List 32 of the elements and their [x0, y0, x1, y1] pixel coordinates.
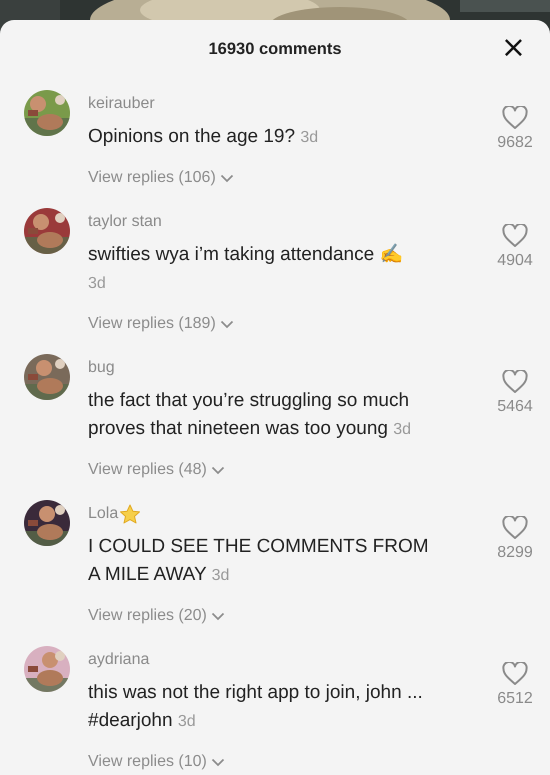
like-count: 8299	[497, 544, 533, 562]
heart-icon[interactable]	[502, 106, 528, 130]
chevron-icon	[210, 612, 225, 620]
view-replies-button[interactable]: View replies (10)	[88, 750, 225, 774]
username[interactable]: Lola	[88, 504, 118, 524]
like-count: 6512	[497, 690, 533, 708]
comment-text: this was not the right app to join, john ... #dearjohn 3d	[88, 681, 423, 733]
view-replies-button[interactable]: View replies (189)	[88, 312, 234, 336]
view-replies-button[interactable]: View replies (106)	[88, 166, 234, 190]
username[interactable]: aydriana	[88, 650, 150, 670]
chevron-icon	[220, 320, 234, 328]
comment-text: Opinions on the age 19? 3d	[88, 125, 318, 149]
heart-icon[interactable]	[502, 516, 528, 540]
chevron-icon	[210, 466, 225, 474]
comment-text: swifties wya i’m taking attendance ✍ 3d	[88, 242, 404, 294]
like-count: 4904	[497, 252, 533, 270]
chevron-icon	[220, 174, 234, 182]
view-replies-button[interactable]: View replies (48)	[88, 458, 225, 482]
comment-text: I COULD SEE THE COMMENTS FROM A MILE AWAY 3d	[88, 535, 429, 587]
heart-icon[interactable]	[502, 224, 528, 248]
like-count: 5464	[497, 398, 533, 416]
close-button[interactable]: ×	[500, 33, 526, 63]
comments-title: 16930 comments	[208, 40, 342, 58]
comment-text: the fact that you’re struggling so much proves that nineteen was too young 3d	[88, 389, 412, 441]
heart-icon[interactable]	[502, 662, 528, 686]
username[interactable]: taylor stan	[88, 212, 162, 232]
heart-icon[interactable]	[502, 370, 528, 394]
username[interactable]: keirauber	[88, 94, 155, 114]
chevron-icon	[210, 758, 225, 766]
view-replies-button[interactable]: View replies (20)	[88, 604, 225, 628]
like-count: 9682	[497, 134, 533, 152]
username[interactable]: bug	[88, 358, 115, 378]
